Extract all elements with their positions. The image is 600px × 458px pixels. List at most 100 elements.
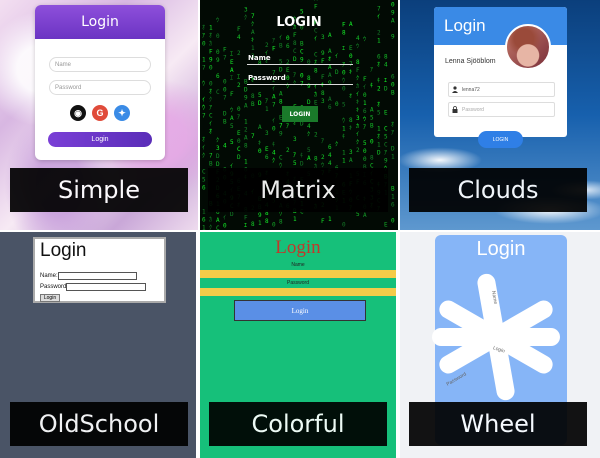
svg-text:ｲ: ｲ <box>335 53 338 60</box>
svg-text:C: C <box>293 48 297 55</box>
svg-text:D: D <box>384 85 388 92</box>
svg-text:ｵ: ｵ <box>202 136 205 143</box>
svg-text:ｶ: ｶ <box>209 41 212 48</box>
password-field[interactable]: Password <box>49 80 151 95</box>
svg-text:ｸ: ｸ <box>209 225 212 230</box>
svg-text:ｵ: ｵ <box>209 89 212 96</box>
svg-text:7: 7 <box>223 94 227 101</box>
svg-text:5: 5 <box>377 110 381 117</box>
svg-text:7: 7 <box>223 54 227 61</box>
svg-text:D: D <box>237 154 241 161</box>
google-icon[interactable]: G <box>92 105 108 121</box>
svg-text:C: C <box>216 89 220 96</box>
svg-text:8: 8 <box>356 59 360 66</box>
svg-text:4: 4 <box>328 160 332 167</box>
svg-text:A: A <box>328 72 332 79</box>
svg-text:ｲ: ｲ <box>279 34 282 41</box>
svg-text:6: 6 <box>363 108 367 115</box>
svg-text:ｳ: ｳ <box>363 36 366 43</box>
svg-text:C: C <box>300 49 304 56</box>
svg-text:0: 0 <box>286 75 290 82</box>
tile-colorful[interactable]: Login Name Password Login Colorful <box>200 232 396 458</box>
svg-text:A: A <box>230 115 234 122</box>
svg-text:8: 8 <box>314 67 318 74</box>
svg-text:C: C <box>237 146 241 153</box>
svg-text:9: 9 <box>209 57 213 64</box>
svg-text:ｵ: ｵ <box>209 33 212 40</box>
password-field[interactable] <box>66 283 146 291</box>
svg-text:ｸ: ｸ <box>307 131 310 138</box>
svg-text:ｲ: ｲ <box>363 84 366 91</box>
wheel-title: Login <box>476 238 526 260</box>
lock-icon <box>452 106 458 113</box>
username-field[interactable]: lenna72 <box>448 82 555 97</box>
simple-title: Login <box>35 5 165 39</box>
svg-text:8: 8 <box>314 155 318 162</box>
tile-oldschool[interactable]: Login Name: Password: Login OldSchool <box>0 232 196 458</box>
name-field[interactable] <box>200 270 396 278</box>
login-button[interactable]: Login <box>40 294 60 302</box>
svg-text:8: 8 <box>307 75 311 82</box>
login-button[interactable]: Login <box>234 300 366 321</box>
name-field[interactable] <box>58 272 137 280</box>
svg-text:4: 4 <box>272 149 276 156</box>
svg-text:8: 8 <box>370 155 374 162</box>
svg-text:0: 0 <box>209 81 213 88</box>
svg-text:ｷ: ｷ <box>349 69 352 76</box>
login-button[interactable]: LOGIN <box>478 131 523 148</box>
svg-text:ｱ: ｱ <box>342 62 345 69</box>
svg-text:ｲ: ｲ <box>272 117 275 124</box>
svg-text:A: A <box>363 212 367 219</box>
svg-text:ｱ: ｱ <box>391 129 394 136</box>
svg-text:ｱ: ｱ <box>209 105 212 112</box>
svg-text:2: 2 <box>377 86 381 93</box>
svg-text:0: 0 <box>216 49 220 56</box>
svg-text:6: 6 <box>202 216 206 223</box>
svg-text:1: 1 <box>342 126 346 133</box>
tile-clouds[interactable]: Login Lenna Sjööblom lenna72 Password LO… <box>400 0 600 230</box>
tile-simple[interactable]: Login Name Password ◉ G ✦ Login Simple <box>0 0 198 230</box>
twitter-icon[interactable]: ✦ <box>114 105 130 121</box>
svg-text:F: F <box>321 74 325 81</box>
tile-matrix[interactable]: ｵｱ017ｳｲｳ7ｵｲｸC561611ｵｶF900ｵｸｱCｲｵ7BBｶｸｳ009… <box>200 0 398 230</box>
matrix-title: LOGIN <box>276 15 322 30</box>
password-field[interactable] <box>247 84 353 85</box>
github-icon[interactable]: ◉ <box>70 105 86 121</box>
svg-text:9: 9 <box>279 130 283 137</box>
svg-text:7: 7 <box>202 64 206 71</box>
svg-text:C: C <box>384 125 388 132</box>
svg-text:ｱ: ｱ <box>237 114 240 121</box>
svg-text:0: 0 <box>307 59 311 66</box>
name-field[interactable]: Name <box>49 57 151 72</box>
svg-text:A: A <box>349 157 353 164</box>
svg-text:ｷ: ｷ <box>258 140 261 147</box>
name-label: Name <box>291 262 305 268</box>
oldschool-title: Login <box>40 240 87 261</box>
svg-text:7: 7 <box>272 101 276 108</box>
svg-text:7: 7 <box>251 133 255 140</box>
svg-text:2: 2 <box>286 59 290 66</box>
svg-text:ｵ: ｵ <box>377 102 380 109</box>
oldschool-login-form: Login Name: Password: Login <box>33 237 166 303</box>
svg-text:6: 6 <box>328 104 332 111</box>
svg-text:ｱ: ｱ <box>321 138 324 145</box>
svg-text:C: C <box>202 168 206 175</box>
svg-text:ｷ: ｷ <box>342 134 345 141</box>
login-button[interactable]: Login <box>48 132 152 147</box>
login-button[interactable]: LOGIN <box>282 106 318 122</box>
name-field[interactable] <box>247 64 353 65</box>
svg-text:ｳ: ｳ <box>202 104 205 111</box>
password-field[interactable]: Password <box>448 102 555 117</box>
tile-caption: Wheel <box>409 402 587 446</box>
svg-text:D: D <box>230 211 234 218</box>
tile-caption: Matrix <box>208 168 388 212</box>
svg-text:ｴ: ｴ <box>230 75 233 82</box>
svg-text:0: 0 <box>363 156 367 163</box>
password-field[interactable] <box>200 288 396 296</box>
svg-text:5: 5 <box>258 92 262 99</box>
tile-wheel[interactable]: Login Name Login Password Wheel <box>400 232 600 458</box>
svg-text:ｲ: ｲ <box>314 35 317 42</box>
svg-text:0: 0 <box>286 35 290 42</box>
svg-text:ｵ: ｵ <box>377 62 380 69</box>
svg-text:F: F <box>356 67 360 74</box>
